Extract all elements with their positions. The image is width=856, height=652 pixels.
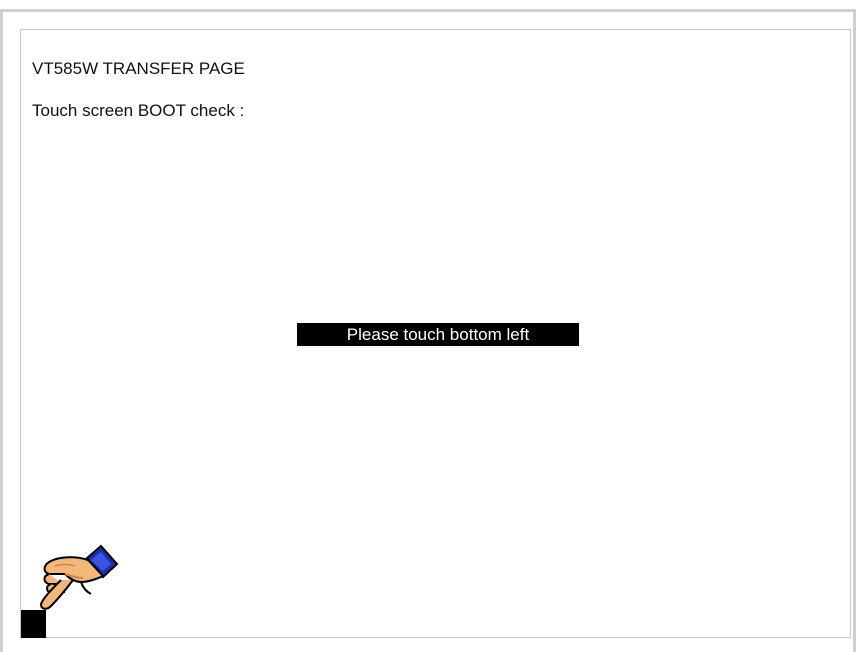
page-title: VT585W TRANSFER PAGE <box>32 59 245 78</box>
frame-left-border <box>0 9 3 652</box>
touch-prompt-banner: Please touch bottom left <box>297 323 579 346</box>
frame-top-border <box>0 9 856 12</box>
touch-screen[interactable]: VT585W TRANSFER PAGE Touch screen BOOT c… <box>20 29 851 638</box>
touch-target-marker[interactable] <box>21 610 46 638</box>
boot-check-label: Touch screen BOOT check : <box>32 101 245 120</box>
pointing-hand-icon <box>40 544 119 610</box>
touch-prompt-text: Please touch bottom left <box>346 325 530 344</box>
